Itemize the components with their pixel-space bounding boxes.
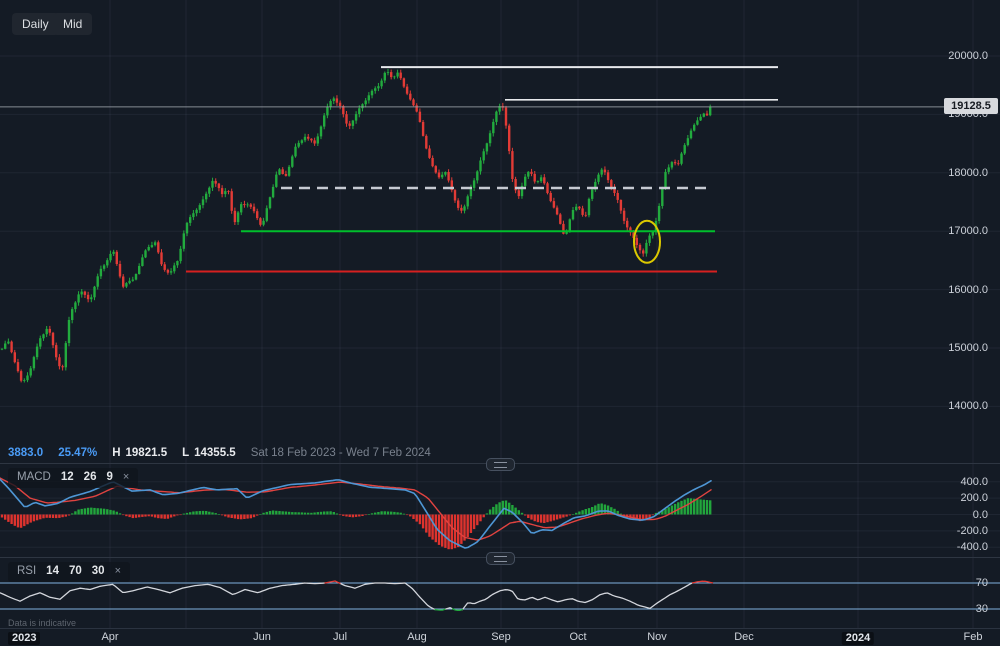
rsi-param-length: 14 [46,566,59,578]
time-axis[interactable]: 2023 Apr Jun Jul Aug Sep Oct Nov Dec 2024 Feb [0,628,1000,646]
macd-param-fast: 12 [61,472,74,484]
symbol-stats-bar: 3883.0 25.47% H 19821.5 L 14355.5 Sat 18… [8,447,431,459]
time-label-aug: Aug [407,632,427,643]
high-label: H [112,447,120,459]
timeframe-button-mid[interactable]: Mid [53,13,92,35]
trading-chart-app: Daily Mid 3883.0 25.47% H 19821.5 L 1435… [0,0,1000,646]
time-label-apr: Apr [101,632,118,643]
macd-param-signal: 9 [106,472,112,484]
macd-title: MACD [17,472,51,484]
time-label-oct: Oct [569,632,586,643]
time-label-dec: Dec [734,632,754,643]
time-label-nov: Nov [647,632,667,643]
pane-resize-handle-rsi[interactable] [486,552,515,565]
pane-resize-handle-macd[interactable] [486,458,515,471]
change-percent: 25.47% [58,447,97,459]
high-value: 19821.5 [126,447,168,459]
time-label-2023: 2023 [8,632,40,645]
rsi-param-lower: 30 [92,566,105,578]
rsi-close-icon[interactable]: × [115,566,121,577]
rsi-param-upper: 70 [69,566,82,578]
macd-close-icon[interactable]: × [123,472,129,483]
data-indicative-note: Data is indicative [8,618,76,628]
rsi-title: RSI [17,566,36,578]
time-label-2024: 2024 [842,632,874,645]
timeframe-button-daily[interactable]: Daily [12,13,59,35]
macd-indicator-label[interactable]: MACD 12 26 9 × [8,468,138,488]
time-label-sep: Sep [491,632,511,643]
last-price-badge: 19128.5 [944,98,998,114]
time-label-feb: Feb [964,632,983,643]
date-range: Sat 18 Feb 2023 - Wed 7 Feb 2024 [251,447,431,459]
macd-param-slow: 26 [84,472,97,484]
rsi-indicator-label[interactable]: RSI 14 70 30 × [8,562,130,582]
low-label: L [182,447,189,459]
change-value: 3883.0 [8,447,43,459]
time-label-jun: Jun [253,632,271,643]
low-value: 14355.5 [194,447,236,459]
time-label-jul: Jul [333,632,347,643]
chart-canvas[interactable] [0,0,1000,646]
